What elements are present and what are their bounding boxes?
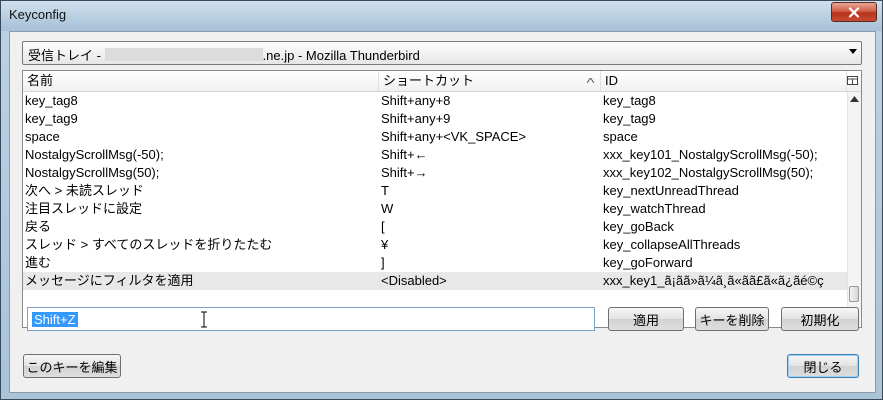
table-row[interactable]: 戻る [ key_goBack — [23, 218, 847, 236]
cell-shortcut: ] — [381, 255, 385, 270]
column-header-shortcut-label: ショートカット — [383, 73, 475, 88]
window-title: Keyconfig — [9, 7, 67, 22]
apply-button[interactable]: 適用 — [608, 307, 684, 331]
keyconfig-window: Keyconfig 受信トレイ - .ne.jp - Mozilla Thund… — [0, 0, 883, 400]
cell-name: スレッド > すべてのスレッドを折りたたむ — [25, 237, 273, 252]
cell-shortcut: W — [381, 201, 394, 216]
column-header-id[interactable]: ID — [601, 71, 847, 91]
close-icon — [848, 6, 860, 18]
cell-id: key_tag8 — [603, 93, 656, 108]
table-row[interactable]: スレッド > すべてのスレッドを折りたたむ ¥ key_collapseAllThr… — [23, 236, 847, 254]
scroll-up-icon[interactable] — [850, 96, 859, 102]
delete-key-button-label: キーを削除 — [699, 312, 765, 328]
account-suffix: .ne.jp - Mozilla Thunderbird — [262, 48, 420, 63]
table-row[interactable]: NostalgyScrollMsg(50); Shift+→ xxx_key102_… — [23, 164, 847, 182]
close-button[interactable]: 閉じる — [787, 354, 859, 378]
cell-id: key_watchThread — [603, 201, 706, 216]
column-header-name[interactable]: 名前 — [23, 71, 379, 91]
reset-button-label: 初期化 — [800, 312, 840, 328]
cell-name: 次へ > 未読スレッド — [25, 183, 144, 198]
apply-button-label: 適用 — [632, 312, 659, 328]
cell-name: NostalgyScrollMsg(50); — [25, 165, 160, 180]
table-row[interactable]: NostalgyScrollMsg(-50); Shift+← xxx_key101… — [23, 146, 847, 164]
close-window-button[interactable] — [831, 2, 877, 22]
cell-name: NostalgyScrollMsg(-50); — [25, 147, 164, 162]
cell-id: key_nextUnreadThread — [603, 183, 739, 198]
cell-shortcut: T — [381, 183, 389, 198]
chevron-down-icon — [849, 49, 857, 54]
column-header-shortcut[interactable]: ショートカット — [379, 71, 601, 91]
account-prefix: 受信トレイ - — [28, 48, 105, 63]
cell-id: xxx_key1_ã¡ãã»ã¼ã¸ã«ãã£ã«ã¿ãé©ç — [603, 273, 824, 288]
table-row[interactable]: space Shift+any+<VK_SPACE> space — [23, 128, 847, 146]
account-select[interactable]: 受信トレイ - .ne.jp - Mozilla Thunderbird — [22, 41, 862, 65]
cell-id: space — [603, 129, 638, 144]
cell-shortcut: ¥ — [381, 237, 389, 252]
cell-shortcut: <Disabled> — [381, 273, 447, 288]
tree-rows: key_tag8 Shift+any+8 key_tag8 key_tag9 Shift… — [23, 92, 847, 326]
table-row[interactable]: 進む] key_goForward — [23, 254, 847, 272]
cell-shortcut: Shift+← — [381, 147, 428, 162]
redacted-address — [104, 48, 263, 61]
shortcut-input-value: Shift+Z — [32, 312, 78, 327]
edit-key-button[interactable]: このキーを編集 — [23, 354, 121, 378]
cell-name: space — [25, 129, 60, 144]
table-row[interactable]: メッセージにフィルタを適用 <Disabled> xxx_key1_ã¡ãã»ã¼ã… — [23, 272, 847, 290]
shortcut-input[interactable]: Shift+Z — [27, 307, 595, 331]
cell-id: key_goForward — [603, 255, 693, 270]
edit-key-button-label: このキーを編集 — [26, 359, 118, 375]
cell-shortcut: [ — [381, 219, 385, 234]
key-tree[interactable]: 名前 ショートカット ID key_tag8 Shift+any+8 key_tag… — [22, 70, 862, 328]
delete-key-button[interactable]: キーを削除 — [695, 307, 769, 331]
cell-id: key_tag9 — [603, 111, 656, 126]
cell-shortcut: Shift+any+8 — [381, 93, 451, 108]
table-row[interactable]: 注目スレッドに設定 Wkey_watchThread — [23, 200, 847, 218]
cell-name: key_tag8 — [25, 93, 78, 108]
cell-name: 注目スレッドに設定 — [25, 201, 143, 216]
cell-name: 進む — [25, 255, 52, 270]
vertical-scrollbar[interactable] — [847, 92, 861, 326]
column-header-id-label: ID — [605, 73, 618, 88]
cell-shortcut: Shift+any+9 — [381, 111, 451, 126]
cell-id: key_goBack — [603, 219, 674, 234]
cell-shortcut: Shift+any+<VK_SPACE> — [381, 129, 527, 144]
scrollbar-thumb[interactable] — [849, 286, 859, 302]
column-picker-icon[interactable] — [847, 75, 858, 86]
table-row[interactable]: 次へ > 未読スレッド Tkey_nextUnreadThread — [23, 182, 847, 200]
close-button-label: 閉じる — [803, 359, 843, 375]
cell-name: 戻る — [25, 219, 52, 234]
table-row[interactable]: key_tag9 Shift+any+9 key_tag9 — [23, 110, 847, 128]
cell-id: xxx_key102_NostalgyScrollMsg(50); — [603, 165, 814, 180]
text-cursor-icon — [201, 311, 207, 328]
cell-name: メッセージにフィルタを適用 — [25, 273, 194, 288]
column-header-name-label: 名前 — [27, 73, 54, 88]
reset-button[interactable]: 初期化 — [781, 307, 859, 331]
account-select-value: 受信トレイ - .ne.jp - Mozilla Thunderbird — [28, 45, 420, 64]
sort-ascending-icon — [587, 78, 594, 83]
cell-name: key_tag9 — [25, 111, 78, 126]
cell-shortcut: Shift+→ — [381, 165, 428, 180]
cell-id: key_collapseAllThreads — [603, 237, 741, 252]
dialog-content: 受信トレイ - .ne.jp - Mozilla Thunderbird 名前 … — [9, 31, 876, 393]
tree-header: 名前 ショートカット ID — [23, 71, 861, 92]
cell-id: xxx_key101_NostalgyScrollMsg(-50); — [603, 147, 818, 162]
table-row[interactable]: key_tag8 Shift+any+8 key_tag8 — [23, 92, 847, 110]
title-bar[interactable]: Keyconfig — [1, 1, 882, 31]
